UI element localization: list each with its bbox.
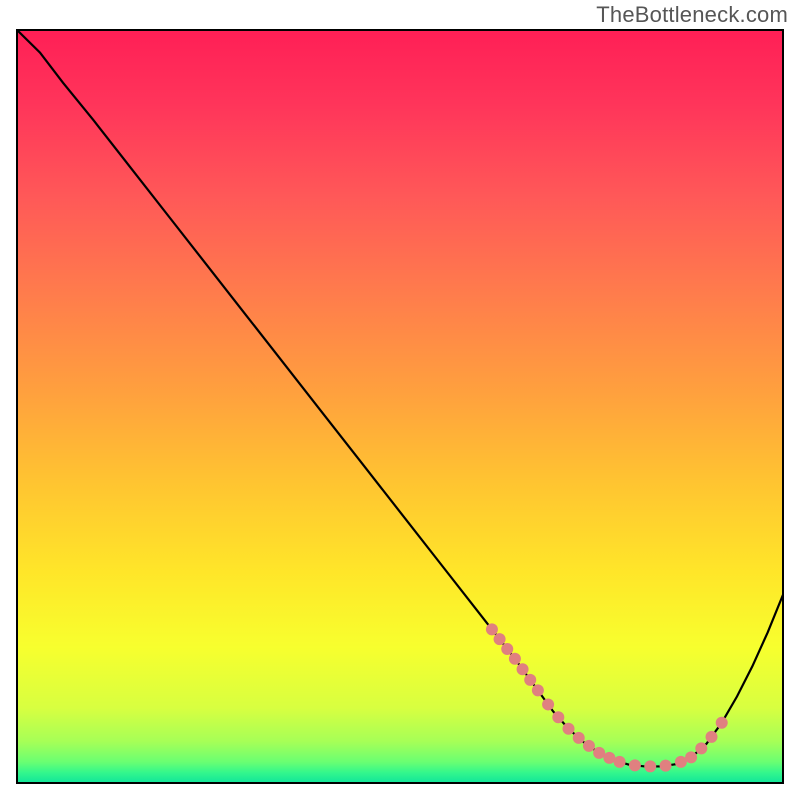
- optimal-dot: [573, 732, 585, 744]
- optimal-dot: [517, 663, 529, 675]
- optimal-dot: [614, 756, 626, 768]
- optimal-dot: [695, 742, 707, 754]
- optimal-dot: [706, 731, 718, 743]
- watermark-text: TheBottleneck.com: [596, 2, 788, 28]
- chart-container: TheBottleneck.com: [0, 0, 800, 800]
- gradient-background: [17, 30, 783, 783]
- optimal-dot: [603, 752, 615, 764]
- chart-svg: [0, 0, 800, 800]
- optimal-dot: [532, 684, 544, 696]
- optimal-dot: [509, 653, 521, 665]
- optimal-dot: [644, 760, 656, 772]
- optimal-dot: [660, 760, 672, 772]
- optimal-dot: [486, 623, 498, 635]
- optimal-dot: [552, 711, 564, 723]
- optimal-dot: [675, 756, 687, 768]
- optimal-dot: [524, 674, 536, 686]
- optimal-dot: [593, 747, 605, 759]
- optimal-dot: [542, 698, 554, 710]
- optimal-dot: [583, 740, 595, 752]
- optimal-dot: [501, 643, 513, 655]
- optimal-dot: [494, 633, 506, 645]
- optimal-dot: [629, 759, 641, 771]
- optimal-dot: [716, 717, 728, 729]
- optimal-dot: [685, 751, 697, 763]
- optimal-dot: [563, 723, 575, 735]
